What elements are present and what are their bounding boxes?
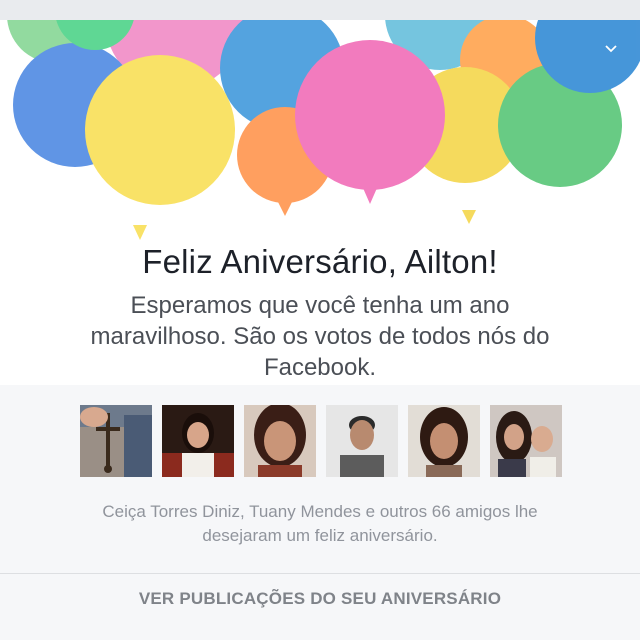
birthday-message: Esperamos que você tenha um ano maravilh… [90, 292, 550, 381]
balloons-illustration [0, 20, 640, 250]
friend-avatar-3[interactable] [244, 405, 316, 477]
friend-avatar-4[interactable] [326, 405, 398, 477]
friend-avatar-1[interactable] [80, 405, 152, 477]
friend-avatar-2[interactable] [162, 405, 234, 477]
friends-section: Ceiça Torres Diniz, Tuany Mendes e outro… [0, 385, 640, 640]
chevron-down-icon[interactable] [604, 42, 618, 56]
birthday-headline: Feliz Aniversário, Ailton! [142, 243, 498, 280]
birthday-wishes-summary: Ceiça Torres Diniz, Tuany Mendes e outro… [102, 502, 538, 545]
friend-avatar-6[interactable] [490, 405, 562, 477]
see-birthday-posts-button[interactable]: VER PUBLICAÇÕES DO SEU ANIVERSÁRIO [0, 574, 640, 640]
friend-avatar-5[interactable] [408, 405, 480, 477]
birthday-card: Feliz Aniversário, Ailton! Esperamos que… [0, 20, 640, 640]
friend-avatars [80, 405, 562, 477]
